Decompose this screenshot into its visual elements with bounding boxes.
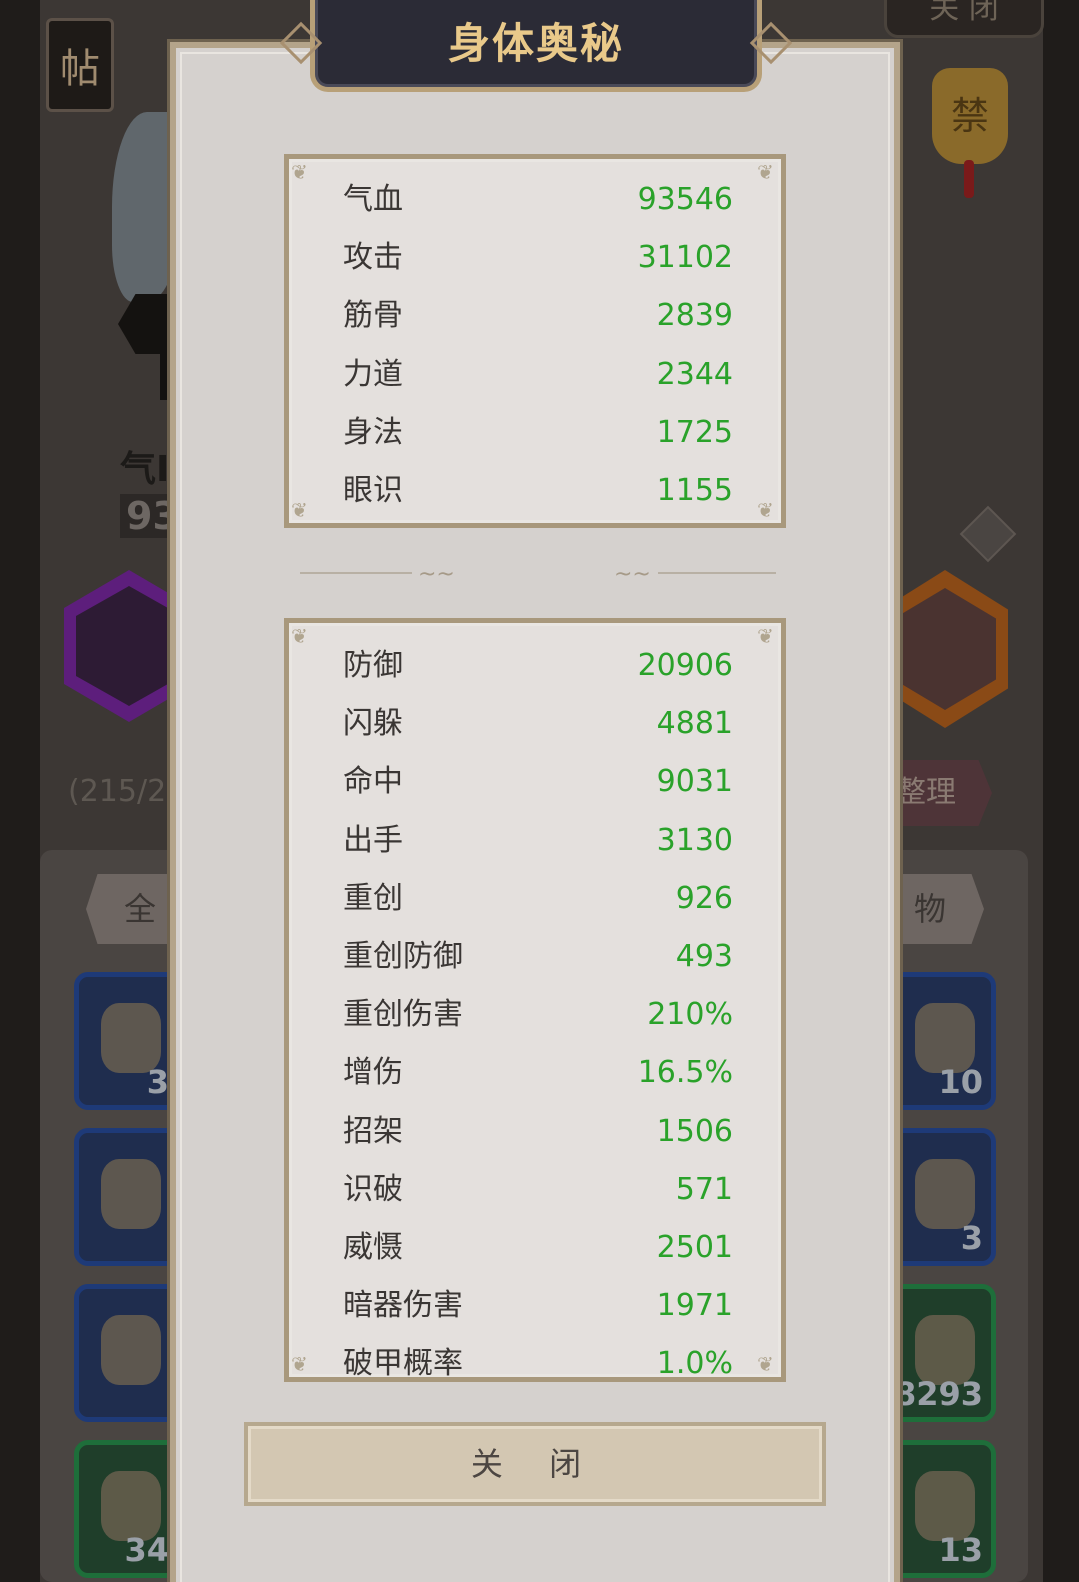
stat-value: 926 <box>675 880 733 916</box>
stat-value: 93546 <box>637 182 733 217</box>
stat-value: 2839 <box>656 298 733 334</box>
forbidden-seal-icon[interactable]: 禁 <box>932 68 1008 164</box>
stat-row: 暗器伤害 1971 <box>343 1277 733 1335</box>
corner-ornament-icon: ❦ <box>291 624 308 648</box>
stat-row: 重创 926 <box>343 870 733 928</box>
stat-row: 威慑 2501 <box>343 1219 733 1277</box>
stat-value: 1155 <box>656 473 733 508</box>
stat-row: 重创伤害 210% <box>343 986 733 1044</box>
stat-value: 20906 <box>637 648 733 683</box>
inventory-capacity: (215/24 <box>68 774 186 809</box>
stat-value: 1725 <box>656 414 733 450</box>
stat-row: 身法 1725 <box>343 404 733 462</box>
stat-value: 16.5% <box>637 1055 733 1091</box>
divider-swirl-icon: ~~ <box>418 562 455 587</box>
section-divider-right <box>658 572 776 576</box>
stat-value: 493 <box>675 939 733 974</box>
corner-ornament-icon: ❦ <box>291 498 308 522</box>
seal-tassel <box>964 160 974 198</box>
inventory-slot[interactable]: 3 <box>74 972 182 1110</box>
stat-name: 重创防御 <box>343 939 463 974</box>
stat-row: 眼识 1155 <box>343 462 733 520</box>
stat-row: 招架 1506 <box>343 1103 733 1161</box>
background-right-edge <box>1043 0 1079 1582</box>
item-count: 3 <box>960 1219 983 1257</box>
corner-ornament-icon: ❦ <box>291 160 308 184</box>
background-stat-label: 气Ⅰ <box>120 449 170 490</box>
stat-row: 增伤 16.5% <box>343 1044 733 1102</box>
stat-name: 识破 <box>343 1171 403 1207</box>
stat-name: 威慑 <box>343 1230 403 1265</box>
stat-name: 出手 <box>343 822 403 858</box>
stat-value: 2501 <box>656 1230 733 1265</box>
stat-value: 571 <box>675 1171 733 1207</box>
stat-value: 210% <box>647 997 733 1033</box>
stat-value: 1506 <box>656 1113 733 1149</box>
stat-value: 4881 <box>656 706 733 742</box>
top-close-button[interactable]: 关 闭 <box>884 0 1044 38</box>
corner-ornament-icon: ❦ <box>757 498 774 522</box>
stat-row: 防御 20906 <box>343 637 733 695</box>
divider-swirl-icon: ~~ <box>614 562 651 587</box>
stat-name: 防御 <box>343 648 403 683</box>
stat-name: 攻击 <box>343 240 403 276</box>
stat-name: 增伤 <box>343 1055 403 1091</box>
stat-name: 眼识 <box>343 473 403 508</box>
tab-all[interactable]: 全 <box>86 874 182 944</box>
item-count: 10 <box>938 1063 983 1101</box>
primary-stats-box: ❦ ❦ ❦ ❦ 气血 93546 攻击 31102 筋骨 2839 力道 2344 身法 1725… <box>284 154 786 528</box>
post-badge-icon[interactable]: 帖 <box>46 18 114 112</box>
corner-ornament-icon: ❦ <box>757 1352 774 1376</box>
stat-row: 气血 93546 <box>343 171 733 229</box>
stat-row: 命中 9031 <box>343 753 733 811</box>
book-item-icon <box>101 1315 161 1385</box>
stat-value: 31102 <box>637 240 733 276</box>
stat-value: 1971 <box>656 1288 733 1324</box>
stat-name: 暗器伤害 <box>343 1288 463 1324</box>
stat-name: 闪躲 <box>343 706 403 742</box>
shell-item-icon <box>101 1159 161 1229</box>
stat-value: 3130 <box>656 822 733 858</box>
stat-name: 破甲概率 <box>343 1346 463 1382</box>
background-left-edge <box>0 0 40 1582</box>
close-button[interactable]: 关 闭 <box>244 1422 826 1506</box>
stat-name: 筋骨 <box>343 298 403 334</box>
stat-name: 重创 <box>343 880 403 916</box>
stat-row: 识破 571 <box>343 1161 733 1219</box>
dialog-title: 身体奥秘 <box>447 19 624 68</box>
inventory-slot[interactable] <box>74 1128 182 1266</box>
stat-name: 命中 <box>343 764 403 800</box>
stat-row: 攻击 31102 <box>343 229 733 287</box>
inventory-slot[interactable]: 13 <box>888 1440 996 1578</box>
stat-value: 1.0% <box>656 1346 733 1382</box>
stat-name: 气血 <box>343 182 403 217</box>
stat-value: 2344 <box>656 356 733 392</box>
stat-name: 招架 <box>343 1113 403 1149</box>
stat-value: 9031 <box>656 764 733 800</box>
stat-row: 重创防御 493 <box>343 928 733 986</box>
stat-row: 筋骨 2839 <box>343 287 733 345</box>
inventory-slot[interactable]: 38293 <box>872 1284 996 1422</box>
stat-row: 破甲概率 1.0% <box>343 1335 733 1382</box>
corner-ornament-icon: ❦ <box>757 160 774 184</box>
inventory-slot[interactable] <box>74 1284 182 1422</box>
stat-row: 力道 2344 <box>343 346 733 404</box>
stat-name: 身法 <box>343 414 403 450</box>
item-count: 34 <box>124 1531 169 1569</box>
item-count: 3 <box>146 1063 169 1101</box>
item-count: 13 <box>938 1531 983 1569</box>
stat-row: 闪躲 4881 <box>343 695 733 753</box>
stat-name: 重创伤害 <box>343 997 463 1033</box>
corner-ornament-icon: ❦ <box>757 624 774 648</box>
stat-row: 出手 3130 <box>343 812 733 870</box>
section-divider-left <box>300 572 412 576</box>
inventory-slot[interactable]: 10 <box>888 972 996 1110</box>
corner-ornament-icon: ❦ <box>291 1352 308 1376</box>
inventory-slot[interactable]: 3 <box>888 1128 996 1266</box>
stat-name: 力道 <box>343 356 403 392</box>
inventory-slot[interactable]: 34 <box>74 1440 182 1578</box>
secondary-stats-box[interactable]: ❦ ❦ ❦ ❦ 防御 20906 闪躲 4881 命中 9031 出手 3130 重创 926 重创… <box>284 618 786 1382</box>
